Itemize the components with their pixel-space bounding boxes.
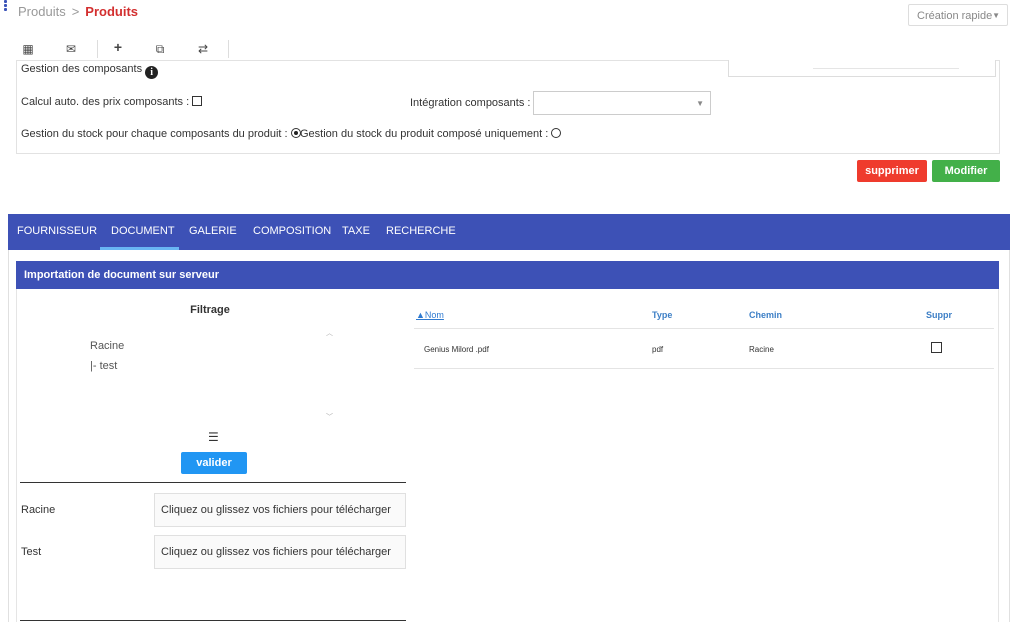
modify-button[interactable]: Modifier <box>932 160 1000 182</box>
toolbar-divider <box>228 40 229 58</box>
stock-composed-radio[interactable] <box>551 128 562 138</box>
breadcrumb-separator: > <box>71 4 80 19</box>
integration-select[interactable]: ▼ <box>533 91 711 115</box>
list-icon[interactable]: ☰ <box>208 430 219 444</box>
divider <box>20 482 406 483</box>
gestion-composants-label: Gestion des composants i <box>21 63 159 79</box>
stock-each-label: Gestion du stock pour chaque composants … <box>21 128 288 140</box>
cell-path: Racine <box>749 345 774 354</box>
gestion-composants-text: Gestion des composants <box>21 63 143 75</box>
column-header-nom[interactable]: ▲Nom <box>416 310 444 320</box>
tree-scrollbar[interactable]: ︿ ﹀ <box>322 326 338 426</box>
delete-button[interactable]: supprimer <box>857 160 927 182</box>
filter-title: Filtrage <box>190 304 230 316</box>
component-search-box[interactable] <box>728 60 996 77</box>
calcul-auto-row: Calcul auto. des prix composants : <box>21 96 203 108</box>
calendar-icon[interactable]: ▦ <box>20 42 36 56</box>
upload-folder-test: Test <box>21 546 42 558</box>
page-title: Produits <box>85 4 139 19</box>
table-row-divider <box>414 368 994 369</box>
chevron-down-icon: ▼ <box>992 11 1000 20</box>
stock-composed-row: Gestion du stock du produit composé uniq… <box>300 128 562 140</box>
tab-taxe[interactable]: TAXE <box>342 225 370 237</box>
cell-type: pdf <box>652 345 664 354</box>
tab-composition[interactable]: COMPOSITION <box>253 225 331 237</box>
toolbar-divider <box>97 40 98 58</box>
table-header-divider <box>414 328 994 329</box>
component-search-inner <box>813 62 959 69</box>
section-title: Importation de document sur serveur <box>24 269 219 281</box>
section-header: Importation de document sur serveur <box>16 261 999 289</box>
chevron-down-icon: ▼ <box>696 99 704 108</box>
tab-recherche[interactable]: RECHERCHE <box>386 225 456 237</box>
column-header-suppr: Suppr <box>926 310 952 320</box>
plus-icon[interactable]: + <box>110 39 126 55</box>
upload-folder-racine: Racine <box>21 504 56 516</box>
tab-bar: FOURNISSEUR DOCUMENT GALERIE COMPOSITION… <box>8 214 1010 250</box>
quick-create-label: Création rapide <box>917 10 993 22</box>
upload-dropzone-test[interactable]: Cliquez ou glissez vos fichiers pour tél… <box>154 535 406 569</box>
quick-create-select[interactable]: Création rapide ▼ <box>908 4 1008 26</box>
column-header-chemin: Chemin <box>749 310 783 320</box>
upload-dropzone-racine[interactable]: Cliquez ou glissez vos fichiers pour tél… <box>154 493 406 527</box>
scroll-down-icon[interactable]: ﹀ <box>326 412 333 422</box>
calcul-auto-label: Calcul auto. des prix composants : <box>21 96 190 108</box>
stock-each-row: Gestion du stock pour chaque composants … <box>21 128 301 140</box>
tab-galerie[interactable]: GALERIE <box>189 225 237 237</box>
cell-name[interactable]: Genius Milord .pdf <box>424 345 489 354</box>
breadcrumb: Produits > Produits <box>18 4 138 19</box>
info-icon[interactable]: i <box>145 66 159 79</box>
stock-composed-label: Gestion du stock du produit composé uniq… <box>300 128 549 140</box>
tab-fournisseur[interactable]: FOURNISSEUR <box>17 225 97 237</box>
row-delete-checkbox[interactable] <box>931 342 942 353</box>
validate-button[interactable]: valider <box>181 452 247 474</box>
divider <box>20 620 406 621</box>
breadcrumb-parent[interactable]: Produits <box>18 4 66 19</box>
integration-label: Intégration composants : <box>410 97 531 109</box>
column-header-type: Type <box>652 310 673 320</box>
tree-item-test[interactable]: |- test <box>90 356 124 376</box>
tree-item-racine[interactable]: Racine <box>90 336 124 356</box>
calcul-auto-checkbox[interactable] <box>192 96 203 106</box>
scroll-up-icon[interactable]: ︿ <box>326 328 333 338</box>
folder-tree: Racine |- test <box>90 336 124 376</box>
envelope-icon[interactable]: ✉ <box>63 42 79 56</box>
copy-icon[interactable]: ⧉ <box>152 42 168 57</box>
tab-document[interactable]: DOCUMENT <box>111 225 175 237</box>
swap-icon[interactable]: ⇄ <box>195 42 211 56</box>
breadcrumb-menu-icon[interactable] <box>4 0 7 14</box>
section-body <box>16 289 999 622</box>
